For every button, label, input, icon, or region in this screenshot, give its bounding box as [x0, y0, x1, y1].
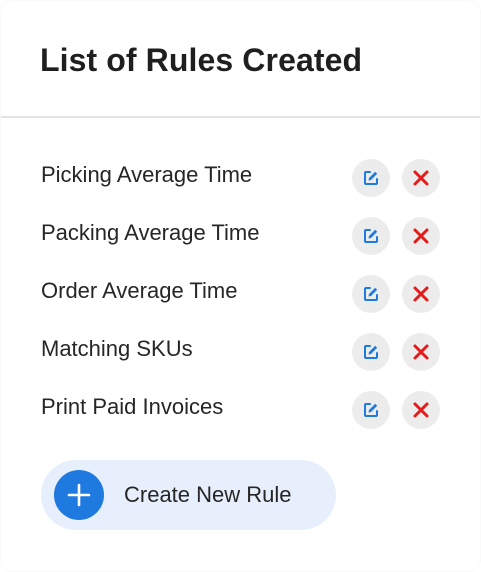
plus-icon — [54, 470, 104, 520]
delete-rule-button[interactable] — [402, 217, 440, 255]
delete-rule-button[interactable] — [402, 333, 440, 371]
close-icon — [413, 286, 429, 302]
edit-rule-button[interactable] — [352, 391, 390, 429]
edit-rule-button[interactable] — [352, 275, 390, 313]
rule-label: Order Average Time — [41, 278, 238, 303]
panel-header: List of Rules Created — [1, 1, 480, 118]
rule-label: Packing Average Time — [41, 220, 260, 245]
edit-rule-button[interactable] — [352, 217, 390, 255]
delete-rule-button[interactable] — [402, 159, 440, 197]
rule-row: Matching SKUs — [1, 324, 480, 382]
rule-row: Print Paid Invoices — [1, 382, 480, 440]
rules-list: Picking Average Time Packing Average Tim… — [1, 150, 480, 440]
edit-icon — [364, 287, 378, 301]
edit-rule-button[interactable] — [352, 333, 390, 371]
rule-label: Print Paid Invoices — [41, 394, 224, 419]
edit-icon — [364, 345, 378, 359]
edit-rule-button[interactable] — [352, 159, 390, 197]
create-new-rule-button[interactable]: Create New Rule — [41, 460, 336, 530]
rules-panel: List of Rules Created Picking Average Ti… — [1, 1, 480, 571]
edit-icon — [364, 171, 378, 185]
rule-row: Picking Average Time — [1, 150, 480, 208]
rule-row: Order Average Time — [1, 266, 480, 324]
edit-icon — [364, 403, 378, 417]
close-icon — [413, 170, 429, 186]
rule-label: Matching SKUs — [41, 336, 193, 361]
rule-row: Packing Average Time — [1, 208, 480, 266]
rule-label: Picking Average Time — [41, 162, 253, 187]
delete-rule-button[interactable] — [402, 391, 440, 429]
create-new-rule-label: Create New Rule — [124, 482, 292, 507]
close-icon — [413, 402, 429, 418]
page-title: List of Rules Created — [40, 42, 363, 78]
edit-icon — [364, 229, 378, 243]
close-icon — [413, 228, 429, 244]
close-icon — [413, 344, 429, 360]
delete-rule-button[interactable] — [402, 275, 440, 313]
